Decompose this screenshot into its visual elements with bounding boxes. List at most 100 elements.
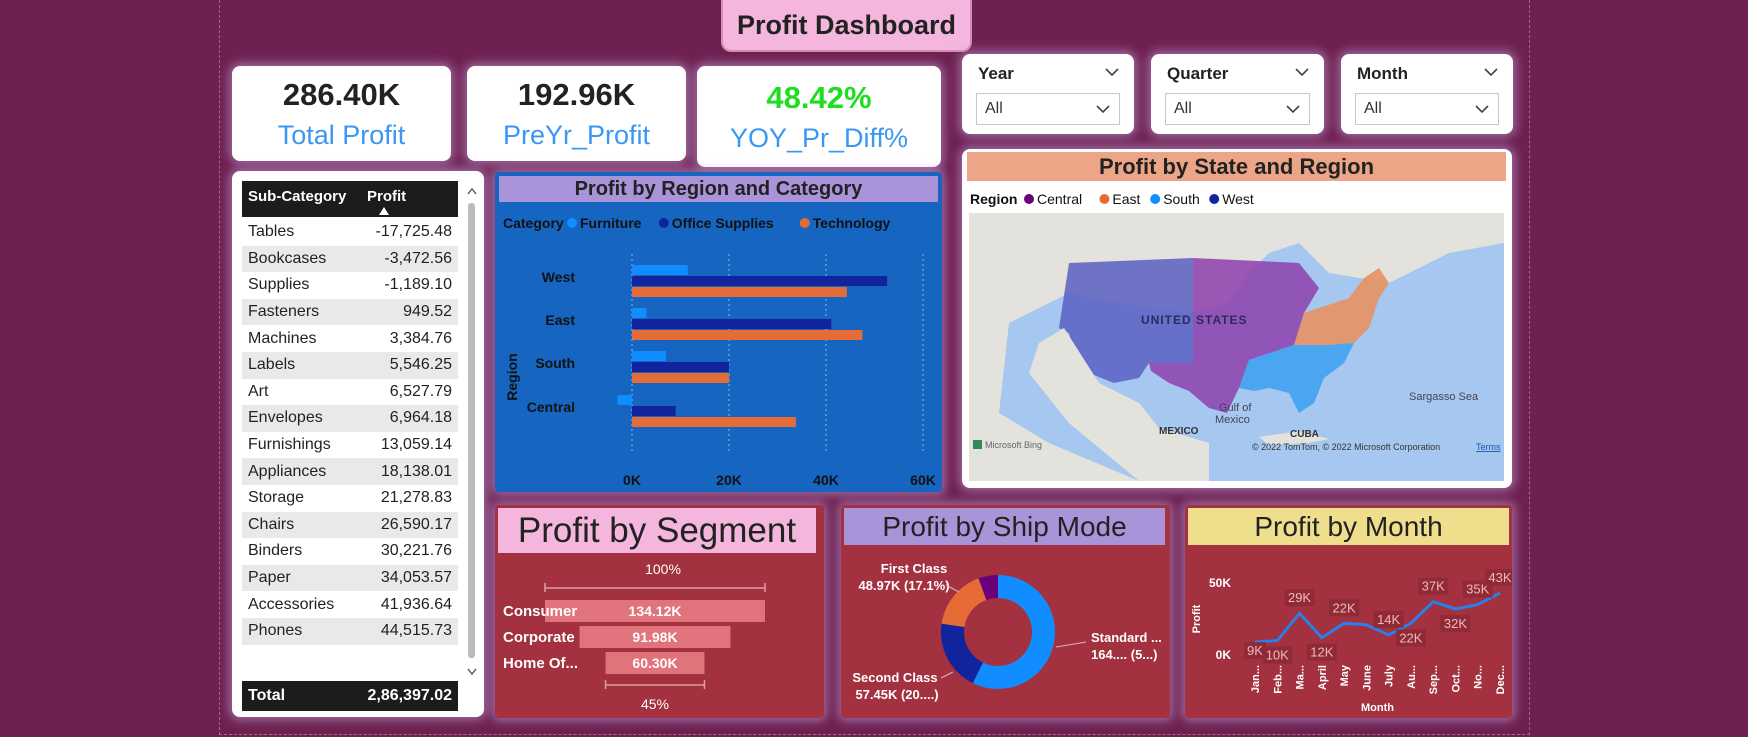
kpi-card-total-profit[interactable]: 286.40K Total Profit	[232, 66, 451, 161]
legend-label: Technology	[813, 215, 891, 231]
chevron-down-icon	[1475, 105, 1489, 114]
region-category-chart[interactable]: Profit by Region and Category Category Fu…	[495, 172, 942, 492]
table-row[interactable]: Appliances 18,138.01	[242, 458, 458, 485]
donut-label: First Class	[881, 561, 947, 576]
y-tick-label: South	[535, 355, 575, 371]
slicer-dropdown[interactable]: All	[1165, 93, 1310, 125]
cell-subcategory: Accessories	[248, 595, 335, 613]
scroll-up-icon[interactable]	[467, 187, 477, 195]
scroll-down-icon[interactable]	[467, 667, 477, 675]
x-tick-label: Dec...	[1495, 665, 1507, 694]
bar	[632, 287, 847, 297]
month-chart[interactable]: Profit by Month 50K 0K Profit 9K 10K 29K 12K 22…	[1185, 505, 1512, 718]
legend-marker	[567, 218, 577, 228]
chevron-down-icon[interactable]	[1483, 64, 1499, 80]
state-region-map[interactable]: Profit by State and Region Region Central…	[962, 149, 1512, 488]
cell-subcategory: Labels	[248, 356, 296, 374]
table-row[interactable]: Bookcases -3,472.56	[242, 245, 458, 273]
slicer-year[interactable]: Year All	[962, 54, 1134, 134]
data-label: 10K	[1266, 648, 1289, 663]
data-label: 32K	[1444, 616, 1467, 631]
cell-subcategory: Machines	[248, 329, 317, 347]
funnel-value-label: 91.98K	[632, 629, 677, 645]
legend-label: West	[1222, 191, 1254, 207]
column-header-subcategory[interactable]: Sub-Category	[248, 188, 346, 205]
ship-chart-svg: First Class 48.97K (17.1%) Second Class 57.…	[852, 561, 1162, 702]
legend-marker	[799, 218, 810, 228]
table-row[interactable]: Chairs 26,590.17	[242, 511, 458, 539]
kpi-label: PreYr_Profit	[502, 119, 651, 150]
slicer-dropdown[interactable]: All	[1355, 93, 1499, 125]
legend-label: Furniture	[580, 215, 642, 231]
y-tick-label: Central	[527, 399, 575, 415]
table-row[interactable]: Tables -17,725.48	[242, 219, 458, 246]
donut-label: 164.... (5...)	[1091, 647, 1157, 662]
table-row[interactable]: Envelopes 6,964.18	[242, 405, 458, 432]
cell-profit: 26,590.17	[380, 515, 452, 533]
y-tick-label: West	[542, 269, 576, 285]
table-row[interactable]: Fasteners 949.52	[242, 298, 458, 326]
slicer-title: Year	[978, 64, 1014, 83]
table-scrollbar[interactable]	[466, 183, 478, 679]
table-row[interactable]: Art 6,527.79	[242, 379, 458, 406]
month-chart-svg: 50K0KProfit9K 10K29K12K22K14K22K37K32K35K…	[1191, 569, 1512, 714]
x-tick-label: Jan...	[1250, 665, 1262, 693]
ship-mode-chart[interactable]: Profit by Ship Mode First Class 48.97K (1…	[841, 505, 1170, 718]
cell-profit: 13,059.14	[380, 436, 452, 454]
segment-chart[interactable]: Profit by Segment 100% 134.12K Consumer 91.…	[495, 505, 824, 718]
map-title: Profit by State and Region	[967, 152, 1506, 181]
chevron-down-icon[interactable]	[1104, 64, 1120, 80]
bar	[632, 406, 676, 416]
cell-profit: -1,189.10	[384, 276, 452, 294]
legend-marker	[1209, 194, 1220, 204]
x-tick-label: 40K	[813, 472, 839, 488]
x-tick-label: Au...	[1406, 665, 1418, 689]
scrollbar-thumb[interactable]	[468, 203, 475, 658]
table-row[interactable]: Labels 5,546.25	[242, 352, 458, 379]
table-row[interactable]: Storage 21,278.83	[242, 485, 458, 512]
kpi-card-prev-year-profit[interactable]: 192.96K PreYr_Profit	[467, 66, 686, 161]
kpi-card-yoy-diff[interactable]: 48.42% YOY_Pr_Diff%	[697, 66, 941, 167]
donut-label: Standard ...	[1091, 630, 1162, 645]
kpi-label: YOY_Pr_Diff%	[729, 122, 909, 153]
chart-title: Profit by Segment	[498, 508, 816, 553]
x-tick-label: Ma...	[1295, 665, 1307, 689]
donut-slice	[941, 623, 983, 684]
table-row[interactable]: Machines 3,384.76	[242, 325, 458, 352]
table-row[interactable]: Phones 44,515.73	[242, 618, 458, 645]
table-row[interactable]: Binders 30,221.76	[242, 538, 458, 565]
table-row[interactable]: Furnishings 13,059.14	[242, 432, 458, 459]
sort-ascending-icon[interactable]	[379, 207, 389, 215]
subcategory-table: Sub-Category Profit Tables -17,725.48 Book…	[232, 171, 484, 717]
chevron-down-icon	[1286, 105, 1300, 114]
chart-title: Profit by Region and Category	[499, 176, 938, 202]
funnel-top-percent: 100%	[645, 561, 681, 577]
y-tick-label: 50K	[1209, 576, 1231, 590]
legend-label: South	[1163, 191, 1200, 207]
table-row[interactable]: Supplies -1,189.10	[242, 272, 458, 299]
chevron-down-icon	[1096, 105, 1110, 114]
data-label: 9K	[1247, 643, 1263, 658]
column-header-profit[interactable]: Profit	[367, 188, 406, 205]
bing-attribution: Microsoft Bing	[985, 440, 1042, 450]
donut-label: 48.97K (17.1%)	[858, 578, 949, 593]
map-view[interactable]: UNITED STATES Gulf ofMexico MEXICO CUBA Sarg…	[969, 213, 1504, 481]
cell-profit: 30,221.76	[380, 542, 452, 560]
map-copyright: © 2022 TomTom, © 2022 Microsoft Corporat…	[1252, 442, 1440, 452]
chevron-down-icon[interactable]	[1294, 64, 1310, 80]
slicer-quarter[interactable]: Quarter All	[1151, 54, 1324, 134]
legend-title: Category	[503, 215, 564, 231]
data-label: 29K	[1288, 590, 1311, 605]
legend-title: Region	[970, 191, 1017, 207]
table-row[interactable]: Paper 34,053.57	[242, 564, 458, 592]
slicer-dropdown[interactable]: All	[976, 93, 1120, 125]
legend-label: East	[1112, 191, 1140, 207]
cell-subcategory: Fasteners	[248, 303, 320, 321]
table-row[interactable]: Accessories 41,936.64	[242, 591, 458, 618]
total-label: Total	[248, 687, 286, 704]
funnel-category-label: Home Of...	[503, 655, 578, 672]
kpi-value: 48.42%	[766, 79, 872, 115]
kpi-value: 192.96K	[517, 76, 636, 112]
cell-profit: 6,527.79	[389, 382, 452, 400]
slicer-month[interactable]: Month All	[1341, 54, 1513, 134]
